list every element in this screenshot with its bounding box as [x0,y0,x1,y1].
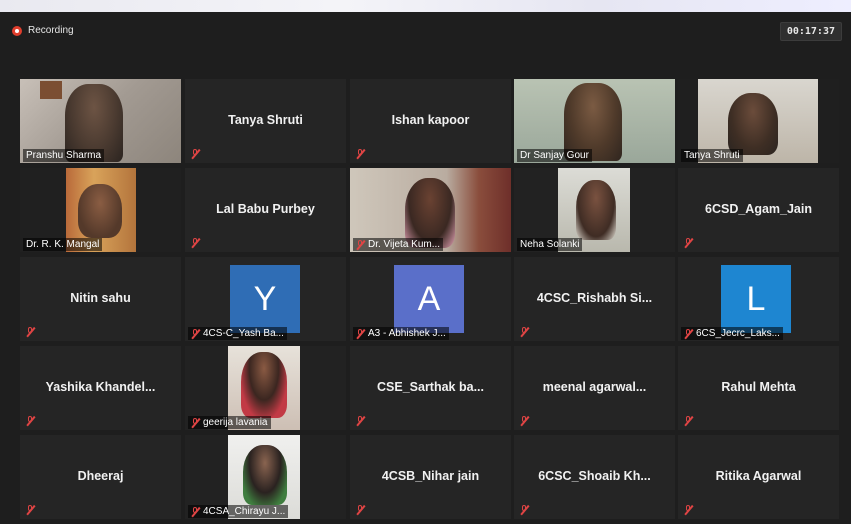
participant-tile[interactable]: Dr Sanjay Gour [514,79,675,163]
participant-name: meenal agarwal... [542,380,647,394]
mic-muted-icon [26,326,36,338]
record-icon [12,25,22,36]
mic-muted-icon [684,328,694,339]
participant-name: 6CSD_Agam_Jain [705,202,812,216]
participant-tile[interactable]: Dr. Vijeta Kum... [350,168,511,252]
participant-name: Rahul Mehta [721,380,796,394]
meeting-timer: 00:17:37 [779,22,842,41]
participant-name: CSE_Sarthak ba... [377,380,484,394]
participant-tile[interactable]: Tanya Shruti [185,79,346,163]
participant-tile[interactable]: 4CSC_Rishabh Si... [514,257,675,341]
participant-tile[interactable]: Dr. R. K. Mangal [20,168,181,252]
participant-name: Ritika Agarwal [715,469,802,483]
mic-muted-icon [356,504,366,516]
participant-name: Tanya Shruti [228,113,303,127]
participant-name: Ishan kapoor [391,113,470,127]
participant-tile[interactable]: Pranshu Sharma [20,79,181,163]
mic-muted-icon [356,415,366,427]
participant-tile[interactable]: Ritika Agarwal [678,435,839,519]
avatar: L [721,265,791,333]
mic-muted-icon [356,328,366,339]
participant-tile[interactable]: Lal Babu Purbey [185,168,346,252]
mic-muted-icon [191,148,201,160]
participant-tile[interactable]: Dheeraj [20,435,181,519]
participant-name: Yashika Khandel... [45,380,156,394]
participant-tile[interactable]: 4CSA_Chirayu J... [185,435,346,519]
mic-muted-icon [520,504,530,516]
mic-muted-icon [684,237,694,249]
mic-muted-icon [191,417,201,428]
participant-name-label: Neha Solanki [517,238,583,251]
participant-tile[interactable]: L 6CS_Jecrc_Laks... [678,257,839,341]
recording-indicator[interactable]: Recording [12,25,74,36]
participant-name-label: 4CS-C_Yash Ba... [188,327,287,340]
participant-tile[interactable]: 6CSD_Agam_Jain [678,168,839,252]
mic-muted-icon [356,148,366,160]
participant-name-label: Dr. R. K. Mangal [23,238,103,251]
participant-name-label: Pranshu Sharma [23,149,105,162]
participant-tile-active-speaker[interactable]: Neha Solanki [514,168,675,252]
participant-name: 6CSC_Shoaib Kh... [538,469,651,483]
participant-name-label: Tanya Shruti [681,149,743,162]
participant-name-label: Dr. Vijeta Kum... [353,238,444,251]
participant-name-label: geerija lavania [188,416,271,429]
participant-tile[interactable]: 6CSC_Shoaib Kh... [514,435,675,519]
participant-name: Dheeraj [77,469,124,483]
participant-tile[interactable]: Nitin sahu [20,257,181,341]
mic-muted-icon [356,239,366,250]
participant-tile[interactable]: geerija lavania [185,346,346,430]
mic-muted-icon [520,415,530,427]
participant-name: Nitin sahu [70,291,131,305]
mic-muted-icon [191,506,201,517]
participant-tile[interactable]: CSE_Sarthak ba... [350,346,511,430]
participant-name: 4CSC_Rishabh Si... [536,291,653,305]
participant-name-label: 6CS_Jecrc_Laks... [681,327,783,340]
mic-muted-icon [684,504,694,516]
participant-tile[interactable]: A A3 - Abhishek J... [350,257,511,341]
mic-muted-icon [191,237,201,249]
participant-name-label: 4CSA_Chirayu J... [188,505,289,518]
mic-muted-icon [26,504,36,516]
participant-name-label: Dr Sanjay Gour [517,149,592,162]
participant-name: 4CSB_Nihar jain [381,469,480,483]
top-window-strip [0,0,851,12]
avatar: A [394,265,464,333]
participant-tile[interactable]: Ishan kapoor [350,79,511,163]
participant-name: Lal Babu Purbey [216,202,315,216]
participant-tile[interactable]: 4CSB_Nihar jain [350,435,511,519]
mic-muted-icon [191,328,201,339]
participant-tile[interactable]: Y 4CS-C_Yash Ba... [185,257,346,341]
participant-name-label: A3 - Abhishek J... [353,327,449,340]
avatar: Y [230,265,300,333]
mic-muted-icon [684,415,694,427]
participant-tile[interactable]: Rahul Mehta [678,346,839,430]
participant-tile[interactable]: Tanya Shruti [678,79,839,163]
mic-muted-icon [26,415,36,427]
mic-muted-icon [520,326,530,338]
participant-tile[interactable]: Yashika Khandel... [20,346,181,430]
participant-tile[interactable]: meenal agarwal... [514,346,675,430]
recording-label: Recording [28,25,74,36]
